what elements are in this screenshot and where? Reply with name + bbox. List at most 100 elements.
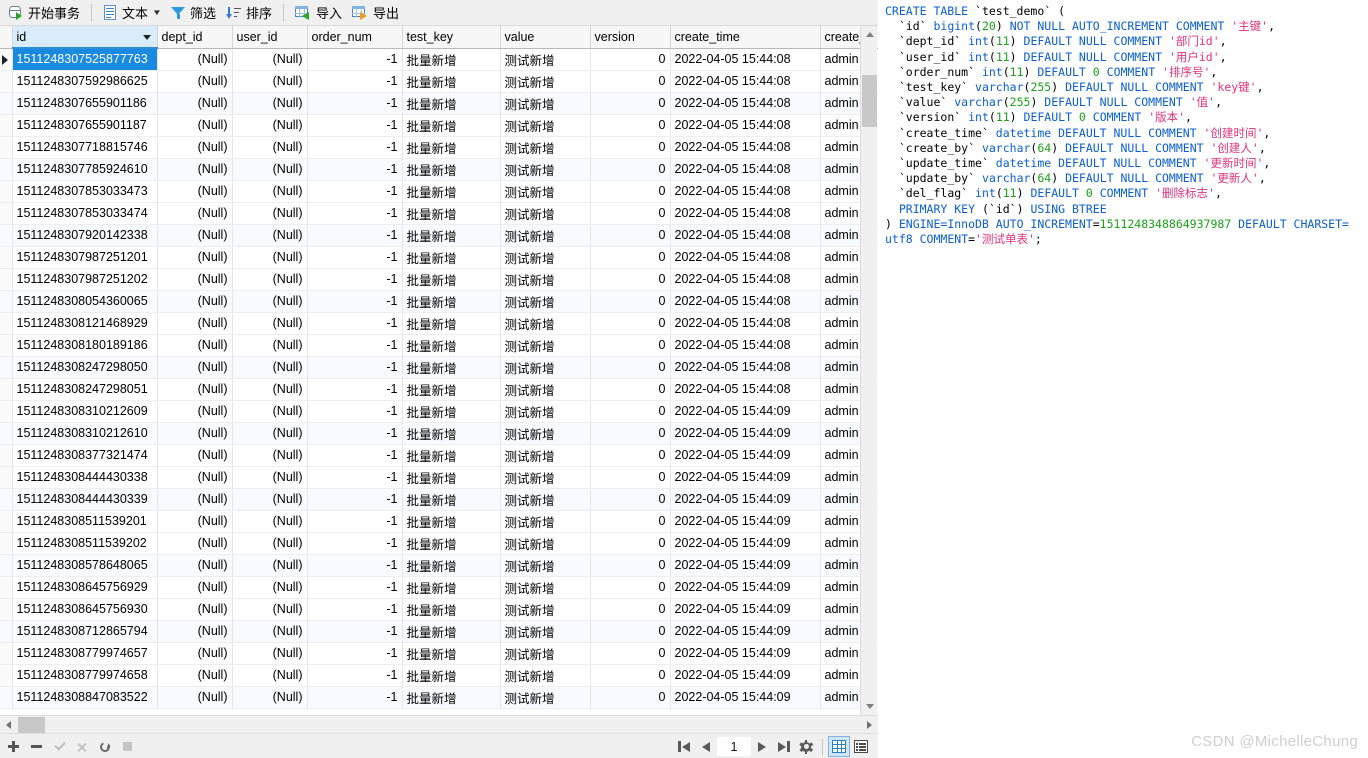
next-page-button[interactable] <box>751 736 773 757</box>
row-marker[interactable] <box>0 290 13 313</box>
table-row[interactable]: 1511248308310212609 (Null) (Null) -1 批量新增 测试新… <box>0 400 878 423</box>
cell-id[interactable]: 1511248307785924610 <box>12 158 158 181</box>
row-marker[interactable] <box>0 92 13 115</box>
table-row[interactable]: 1511248308578648065 (Null) (Null) -1 批量新增 测试新… <box>0 554 878 577</box>
row-marker[interactable] <box>0 312 13 335</box>
cell-version[interactable]: 0 <box>590 378 671 401</box>
cell-order_num[interactable]: -1 <box>307 92 403 115</box>
cell-create_time[interactable]: 2022-04-05 15:44:09 <box>670 488 821 511</box>
table-row[interactable]: 1511248308377321474 (Null) (Null) -1 批量新增 测试新… <box>0 444 878 467</box>
cell-value[interactable]: 测试新增 <box>500 598 591 621</box>
cell-version[interactable]: 0 <box>590 598 671 621</box>
table-row[interactable]: 1511248308645756930 (Null) (Null) -1 批量新增 测试新… <box>0 598 878 621</box>
cell-version[interactable]: 0 <box>590 532 671 555</box>
column-header-test_key[interactable]: test_key <box>402 26 501 49</box>
cell-value[interactable]: 测试新增 <box>500 400 591 423</box>
cell-user_id[interactable]: (Null) <box>232 334 308 357</box>
cell-id[interactable]: 1511248308779974657 <box>12 642 158 665</box>
filter-button[interactable]: 筛选 <box>166 2 221 24</box>
cell-create_time[interactable]: 2022-04-05 15:44:09 <box>670 400 821 423</box>
cell-dept_id[interactable]: (Null) <box>157 576 233 599</box>
cell-version[interactable]: 0 <box>590 224 671 247</box>
cell-create_time[interactable]: 2022-04-05 15:44:08 <box>670 158 821 181</box>
cell-dept_id[interactable]: (Null) <box>157 510 233 533</box>
cell-user_id[interactable]: (Null) <box>232 466 308 489</box>
cell-order_num[interactable]: -1 <box>307 642 403 665</box>
row-marker[interactable] <box>0 334 13 357</box>
scroll-down-button[interactable] <box>861 698 878 715</box>
cell-id[interactable]: 1511248308180189186 <box>12 334 158 357</box>
table-row[interactable]: 1511248308779974657 (Null) (Null) -1 批量新增 测试新… <box>0 642 878 665</box>
cell-dept_id[interactable]: (Null) <box>157 664 233 687</box>
scroll-up-button[interactable] <box>861 26 878 43</box>
sort-button[interactable]: 排序 <box>221 2 277 24</box>
cell-value[interactable]: 测试新增 <box>500 576 591 599</box>
cell-dept_id[interactable]: (Null) <box>157 70 233 93</box>
cell-dept_id[interactable]: (Null) <box>157 488 233 511</box>
cell-test_key[interactable]: 批量新增 <box>402 70 501 93</box>
column-header-order_num[interactable]: order_num <box>307 26 403 49</box>
chevron-down-icon[interactable]: ▼ <box>152 8 162 17</box>
cell-dept_id[interactable]: (Null) <box>157 444 233 467</box>
cell-user_id[interactable]: (Null) <box>232 488 308 511</box>
cell-id[interactable]: 1511248308247298051 <box>12 378 158 401</box>
cell-value[interactable]: 测试新增 <box>500 202 591 225</box>
cell-id[interactable]: 1511248307987251202 <box>12 268 158 291</box>
cell-id[interactable]: 1511248308444430339 <box>12 488 158 511</box>
cell-dept_id[interactable]: (Null) <box>157 92 233 115</box>
cell-order_num[interactable]: -1 <box>307 334 403 357</box>
cell-value[interactable]: 测试新增 <box>500 70 591 93</box>
cell-order_num[interactable]: -1 <box>307 510 403 533</box>
cell-order_num[interactable]: -1 <box>307 202 403 225</box>
cell-version[interactable]: 0 <box>590 400 671 423</box>
cell-version[interactable]: 0 <box>590 466 671 489</box>
horizontal-scrollbar-thumb[interactable] <box>18 717 45 733</box>
cell-test_key[interactable]: 批量新增 <box>402 246 501 269</box>
cell-test_key[interactable]: 批量新增 <box>402 444 501 467</box>
cell-version[interactable]: 0 <box>590 664 671 687</box>
cell-test_key[interactable]: 批量新增 <box>402 510 501 533</box>
row-marker[interactable] <box>0 598 13 621</box>
cell-version[interactable]: 0 <box>590 334 671 357</box>
cell-user_id[interactable]: (Null) <box>232 70 308 93</box>
row-marker[interactable] <box>0 356 13 379</box>
table-row[interactable]: 1511248307592986625 (Null) (Null) -1 批量新增 测试新… <box>0 70 878 93</box>
cell-test_key[interactable]: 批量新增 <box>402 312 501 335</box>
cell-test_key[interactable]: 批量新增 <box>402 664 501 687</box>
cell-test_key[interactable]: 批量新增 <box>402 180 501 203</box>
cell-user_id[interactable]: (Null) <box>232 422 308 445</box>
row-marker[interactable] <box>0 664 13 687</box>
cell-create_time[interactable]: 2022-04-05 15:44:08 <box>670 92 821 115</box>
cell-id[interactable]: 1511248307592986625 <box>12 70 158 93</box>
cell-order_num[interactable]: -1 <box>307 312 403 335</box>
last-page-button[interactable] <box>773 736 795 757</box>
export-button[interactable]: 导出 <box>347 2 404 24</box>
cell-dept_id[interactable]: (Null) <box>157 180 233 203</box>
apply-change-button[interactable] <box>50 737 69 756</box>
grid-settings-button[interactable] <box>795 736 817 757</box>
column-header-create_time[interactable]: create_time <box>670 26 821 49</box>
cell-test_key[interactable]: 批量新增 <box>402 422 501 445</box>
cell-order_num[interactable]: -1 <box>307 180 403 203</box>
ddl-sql-pane[interactable]: CREATE TABLE `test_demo` ( `id` bigint(2… <box>879 0 1368 758</box>
cell-user_id[interactable]: (Null) <box>232 356 308 379</box>
cell-user_id[interactable]: (Null) <box>232 290 308 313</box>
cell-value[interactable]: 测试新增 <box>500 488 591 511</box>
row-marker[interactable] <box>0 642 13 665</box>
cell-id[interactable]: 1511248308847083522 <box>12 686 158 709</box>
column-header-value[interactable]: value <box>500 26 591 49</box>
row-marker[interactable] <box>0 158 13 181</box>
table-row[interactable]: 1511248307655901187 (Null) (Null) -1 批量新增 测试新… <box>0 114 878 137</box>
cell-user_id[interactable]: (Null) <box>232 202 308 225</box>
row-marker[interactable] <box>0 444 13 467</box>
cell-create_time[interactable]: 2022-04-05 15:44:08 <box>670 48 821 71</box>
cell-test_key[interactable]: 批量新增 <box>402 532 501 555</box>
cell-user_id[interactable]: (Null) <box>232 246 308 269</box>
cell-version[interactable]: 0 <box>590 180 671 203</box>
cell-version[interactable]: 0 <box>590 312 671 335</box>
previous-page-button[interactable] <box>695 736 717 757</box>
row-marker[interactable] <box>0 422 13 445</box>
cell-create_time[interactable]: 2022-04-05 15:44:09 <box>670 532 821 555</box>
cell-create_time[interactable]: 2022-04-05 15:44:09 <box>670 686 821 709</box>
cell-value[interactable]: 测试新增 <box>500 532 591 555</box>
